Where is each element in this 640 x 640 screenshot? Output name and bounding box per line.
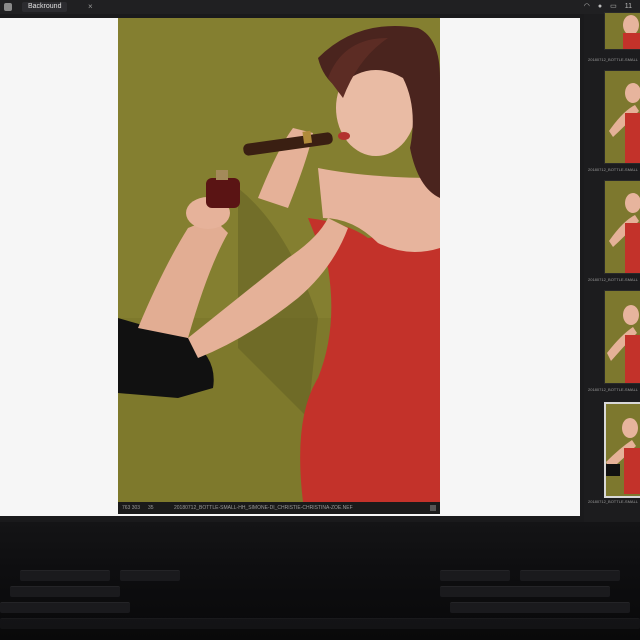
filmstrip[interactable]: 20180712_BOTTLE-SMALL 20180712_BOTTLE-SM… xyxy=(584,12,640,522)
photo-dimensions: 763 303 xyxy=(122,505,141,511)
keyboard-key xyxy=(0,602,130,613)
tab-backround[interactable]: Backround xyxy=(22,2,68,12)
keyboard-key xyxy=(20,570,110,581)
user-icon[interactable]: ● xyxy=(598,0,602,14)
keyboard-key xyxy=(450,602,630,613)
filmstrip-thumb-selected[interactable] xyxy=(604,402,640,498)
filmstrip-label: 20180712_BOTTLE-SMALL xyxy=(588,387,639,392)
keyboard-key xyxy=(10,586,120,597)
filmstrip-label: 20180712_BOTTLE-SMALL xyxy=(588,499,639,504)
keyboard-key xyxy=(520,570,620,581)
filmstrip-thumb[interactable] xyxy=(604,70,640,164)
filmstrip-thumb[interactable] xyxy=(604,290,640,384)
title-bar: Backround × ◠ ● ▭ 11 xyxy=(0,0,640,14)
laptop-bezel-keyboard xyxy=(0,522,640,640)
main-photo[interactable] xyxy=(118,18,440,502)
thumb-image xyxy=(605,291,640,383)
filmstrip-thumb[interactable] xyxy=(604,12,640,50)
filmstrip-label: 20180712_BOTTLE-SMALL xyxy=(588,167,639,172)
image-viewer[interactable]: 763 303 35 20180712_BOTTLE-SMALL-HH_SIMO… xyxy=(0,18,580,516)
thumb-image xyxy=(605,71,640,163)
thumb-image xyxy=(606,404,640,494)
filmstrip-label: 20180712_BOTTLE-SMALL xyxy=(588,57,639,62)
photo-illustration xyxy=(118,18,440,502)
photo-number: 35 xyxy=(148,505,154,511)
caption-icon[interactable] xyxy=(430,505,436,511)
keyboard-key xyxy=(120,570,180,581)
photo-caption-bar: 763 303 35 20180712_BOTTLE-SMALL-HH_SIMO… xyxy=(118,502,440,514)
app-icon[interactable] xyxy=(4,3,12,11)
keyboard-key xyxy=(0,618,640,629)
photo-filename: 20180712_BOTTLE-SMALL-HH_SIMONE-DI_CHRIS… xyxy=(174,505,353,511)
filmstrip-label: 20180712_BOTTLE-SMALL xyxy=(588,277,639,282)
thumb-image xyxy=(605,181,640,273)
keyboard-key xyxy=(440,586,610,597)
close-icon[interactable]: × xyxy=(88,0,93,14)
laptop-screen: Backround × ◠ ● ▭ 11 763 303 35 20180712… xyxy=(0,0,640,522)
filmstrip-thumb[interactable] xyxy=(604,180,640,274)
thumb-image xyxy=(605,13,640,49)
keyboard-key xyxy=(440,570,510,581)
wifi-icon[interactable]: ◠ xyxy=(584,0,590,14)
